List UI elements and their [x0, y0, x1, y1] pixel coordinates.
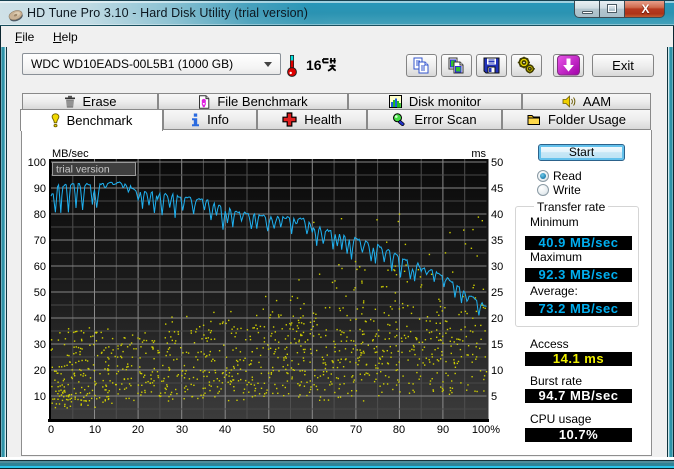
svg-text:20: 20	[491, 313, 503, 325]
svg-text:45: 45	[491, 183, 503, 195]
svg-text:60: 60	[306, 424, 318, 436]
svg-text:20: 20	[132, 424, 144, 436]
svg-text:50: 50	[263, 424, 275, 436]
svg-text:80: 80	[393, 424, 405, 436]
svg-text:0: 0	[48, 424, 54, 436]
svg-text:30: 30	[34, 339, 46, 351]
svg-text:40: 40	[34, 313, 46, 325]
svg-text:10: 10	[491, 365, 503, 377]
svg-text:70: 70	[34, 235, 46, 247]
svg-text:trial version: trial version	[56, 164, 110, 176]
svg-text:60: 60	[34, 261, 46, 273]
svg-text:100%: 100%	[472, 424, 500, 436]
svg-text:15: 15	[491, 339, 503, 351]
svg-text:30: 30	[176, 424, 188, 436]
svg-text:25: 25	[491, 287, 503, 299]
svg-text:35: 35	[491, 235, 503, 247]
svg-text:70: 70	[350, 424, 362, 436]
svg-text:10: 10	[34, 391, 46, 403]
svg-text:50: 50	[34, 287, 46, 299]
svg-text:50: 50	[491, 157, 503, 169]
svg-text:30: 30	[491, 261, 503, 273]
svg-text:40: 40	[491, 209, 503, 221]
svg-text:40: 40	[219, 424, 231, 436]
svg-text:90: 90	[437, 424, 449, 436]
svg-text:20: 20	[34, 365, 46, 377]
svg-text:ms: ms	[471, 148, 486, 160]
svg-text:90: 90	[34, 183, 46, 195]
svg-text:10: 10	[89, 424, 101, 436]
svg-text:MB/sec: MB/sec	[52, 148, 89, 160]
svg-text:80: 80	[34, 209, 46, 221]
svg-text:100: 100	[28, 157, 46, 169]
svg-text:5: 5	[491, 391, 497, 403]
